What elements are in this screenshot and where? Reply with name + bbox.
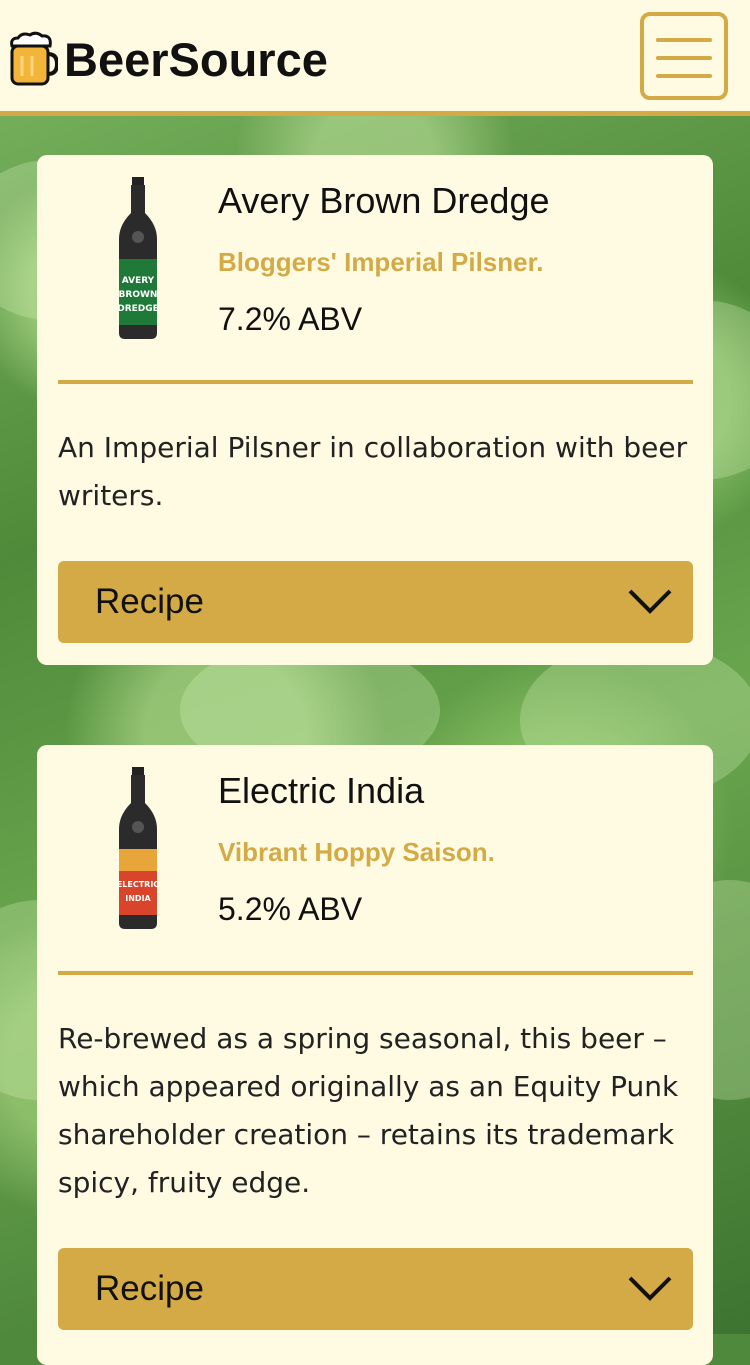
beer-card: AVERY BROWN DREDGE Avery Brown Dredge Bl… <box>37 155 713 665</box>
chevron-down-icon <box>628 1276 672 1301</box>
beer-description: Re-brewed as a spring seasonal, this bee… <box>58 1022 679 1199</box>
svg-text:AVERY: AVERY <box>122 276 155 286</box>
beer-description: An Imperial Pilsner in collaboration wit… <box>58 431 688 512</box>
svg-text:ELECTRIC: ELECTRIC <box>117 880 159 889</box>
chevron-down-icon <box>628 589 672 614</box>
beer-tagline: Vibrant Hoppy Saison. <box>218 837 495 867</box>
card-divider <box>58 971 693 975</box>
beer-bottle-image: ELECTRIC INDIA <box>117 767 159 929</box>
beer-name: Electric India <box>218 770 425 811</box>
recipe-label: Recipe <box>95 582 204 621</box>
beer-abv: 5.2% ABV <box>218 891 363 927</box>
recipe-toggle-button[interactable]: Recipe <box>58 561 693 643</box>
beer-bottle-image: AVERY BROWN DREDGE <box>117 177 159 339</box>
menu-button[interactable] <box>640 12 728 100</box>
svg-text:INDIA: INDIA <box>125 894 151 903</box>
brand-title[interactable]: BeerSource <box>64 30 328 90</box>
hamburger-menu-icon <box>656 38 712 42</box>
card-divider <box>58 380 693 384</box>
app-header: BeerSource <box>0 0 750 116</box>
beer-mug-icon[interactable] <box>6 30 58 88</box>
recipe-label: Recipe <box>95 1269 204 1308</box>
beer-name: Avery Brown Dredge <box>218 180 550 221</box>
hamburger-line <box>656 74 712 78</box>
svg-text:BROWN: BROWN <box>119 290 158 300</box>
beer-tagline: Bloggers' Imperial Pilsner. <box>218 247 544 277</box>
beer-card: ELECTRIC INDIA Electric India Vibrant Ho… <box>37 745 713 1365</box>
hamburger-line <box>656 56 712 60</box>
beer-abv: 7.2% ABV <box>218 301 363 337</box>
svg-text:DREDGE: DREDGE <box>117 304 159 314</box>
recipe-toggle-button[interactable]: Recipe <box>58 1248 693 1330</box>
